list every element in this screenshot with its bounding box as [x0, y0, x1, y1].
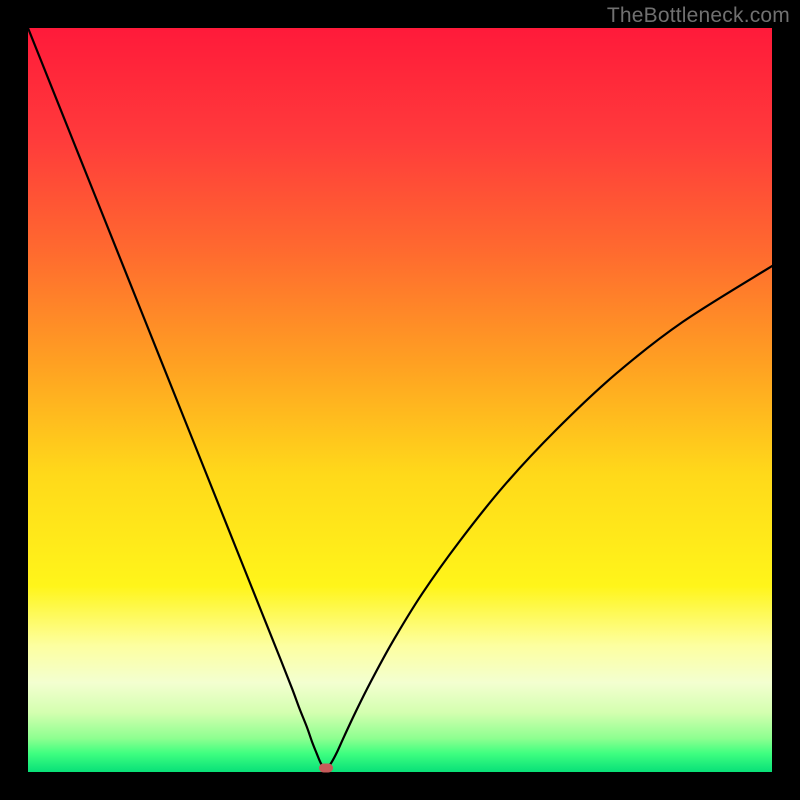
chart-frame [28, 28, 772, 772]
optimal-marker [319, 763, 333, 772]
gradient-background [28, 28, 772, 772]
watermark-text: TheBottleneck.com [607, 4, 790, 28]
bottleneck-chart [28, 28, 772, 772]
